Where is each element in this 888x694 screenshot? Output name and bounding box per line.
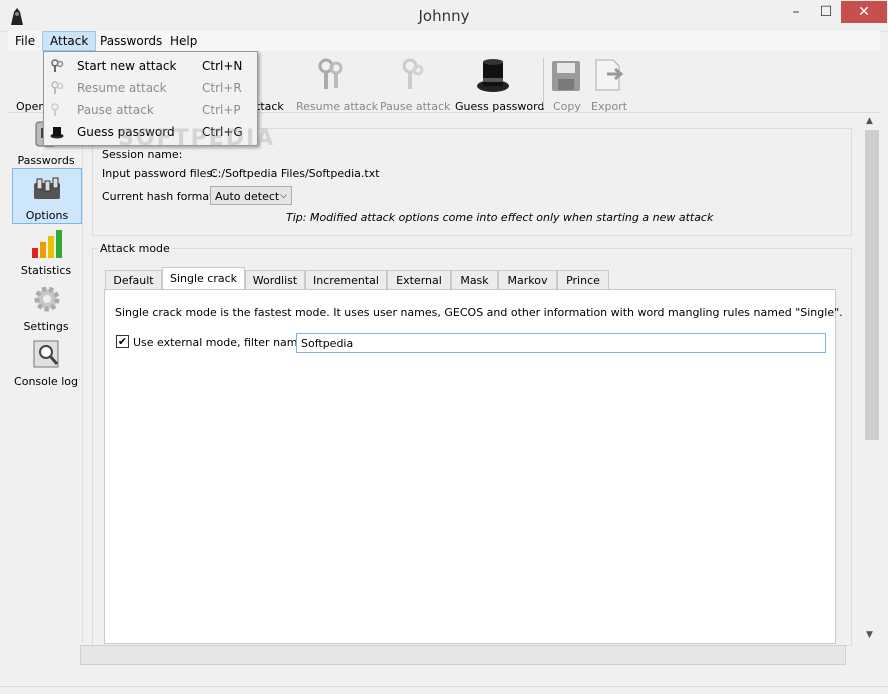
sidebar: Passwords Options Statistics Settings Co… [8, 114, 83, 642]
vertical-scrollbar-thumb[interactable] [865, 130, 879, 440]
pause-attack-button[interactable]: Pause attack [380, 100, 450, 113]
menu-attack[interactable]: Attack [42, 31, 97, 51]
menu-item-shortcut: Ctrl+N [202, 59, 243, 73]
keys-icon [51, 59, 64, 72]
horizontal-scrollbar[interactable] [80, 645, 846, 665]
menu-item-start-new-attack[interactable]: Start new attack Ctrl+N [44, 55, 257, 77]
tab-single-crack[interactable]: Single crack [162, 267, 245, 290]
copy-icon [551, 60, 581, 92]
maximize-button[interactable]: ☐ [812, 1, 840, 23]
start-attack-button-label[interactable]: ttack [256, 100, 284, 113]
sidebar-item-label: Statistics [20, 264, 72, 277]
tab-external[interactable]: External [387, 270, 451, 289]
menu-item-label: Resume attack [77, 81, 167, 95]
menu-item-label: Start new attack [77, 59, 177, 73]
toolbar-separator [543, 58, 544, 108]
minimize-button[interactable]: – [782, 1, 810, 23]
menu-item-label: Pause attack [77, 103, 154, 117]
scroll-down-icon[interactable]: ▼ [866, 630, 873, 640]
sidebar-item-settings[interactable]: Settings [12, 280, 80, 334]
sidebar-item-console-log[interactable]: Console log [12, 335, 80, 389]
menu-item-shortcut: Ctrl+P [202, 103, 241, 117]
sidebar-item-options[interactable]: Options [12, 168, 82, 224]
attack-mode-group-label: Attack mode [98, 242, 172, 255]
tab-incremental[interactable]: Incremental [305, 270, 387, 289]
pause-keys-icon [398, 58, 428, 94]
single-crack-description: Single crack mode is the fastest mode. I… [115, 306, 843, 319]
tab-mask[interactable]: Mask [451, 270, 498, 289]
checkmark-icon: ✔ [117, 335, 128, 348]
top-hat-icon [50, 127, 64, 139]
options-icon [34, 177, 60, 199]
sidebar-item-label: Settings [23, 320, 69, 333]
hash-format-value: Auto detect [215, 190, 280, 203]
gear-icon [34, 286, 60, 312]
copy-button[interactable]: Copy [553, 100, 581, 113]
hash-format-select[interactable]: Auto detect ⌵ [210, 186, 292, 205]
input-files-value: C:/Softpedia Files/Softpedia.txt [210, 167, 380, 180]
tab-wordlist[interactable]: Wordlist [245, 270, 305, 289]
menu-bar: File Attack Passwords Help [8, 31, 880, 51]
menu-passwords[interactable]: Passwords [93, 31, 169, 51]
sidebar-item-label: Console log [14, 375, 78, 388]
tab-markov[interactable]: Markov [498, 270, 557, 289]
chevron-down-icon: ⌵ [280, 191, 287, 201]
use-external-label: Use external mode, filter name: [133, 336, 308, 349]
menu-item-resume-attack[interactable]: Resume attack Ctrl+R [44, 77, 257, 99]
open-button-label[interactable]: Open [16, 100, 45, 113]
statistics-icon [32, 230, 62, 258]
menu-item-shortcut: Ctrl+R [202, 81, 242, 95]
top-hat-icon [476, 56, 510, 94]
export-button[interactable]: Export [591, 100, 627, 113]
input-files-label: Input password files: [102, 167, 216, 180]
console-magnifier-icon [33, 340, 59, 368]
hash-format-label: Current hash format: [102, 190, 218, 203]
guess-password-button[interactable]: Guess password [455, 100, 544, 113]
menu-file[interactable]: File [8, 31, 42, 51]
resume-keys-icon [316, 58, 346, 94]
scroll-up-icon[interactable]: ▲ [866, 116, 873, 126]
sidebar-item-label: Options [25, 209, 69, 222]
sidebar-item-statistics[interactable]: Statistics [12, 224, 80, 278]
tab-prince[interactable]: Prince [557, 270, 609, 289]
keys-icon [51, 81, 64, 94]
resume-attack-button[interactable]: Resume attack [296, 100, 378, 113]
close-button[interactable]: ✕ [841, 1, 887, 23]
softpedia-watermark: SOFTPEDIA [118, 126, 276, 151]
filter-name-input[interactable] [296, 333, 826, 353]
export-icon [593, 58, 625, 92]
menu-item-pause-attack[interactable]: Pause attack Ctrl+P [44, 99, 257, 121]
menu-help[interactable]: Help [163, 31, 204, 51]
tab-default[interactable]: Default [105, 270, 162, 289]
keys-icon [51, 103, 59, 116]
use-external-checkbox[interactable]: ✔ [116, 335, 129, 348]
tip-text: Tip: Modified attack options come into e… [286, 211, 714, 224]
window-title: Johnny [418, 7, 470, 25]
sidebar-item-label: Passwords [17, 154, 75, 167]
